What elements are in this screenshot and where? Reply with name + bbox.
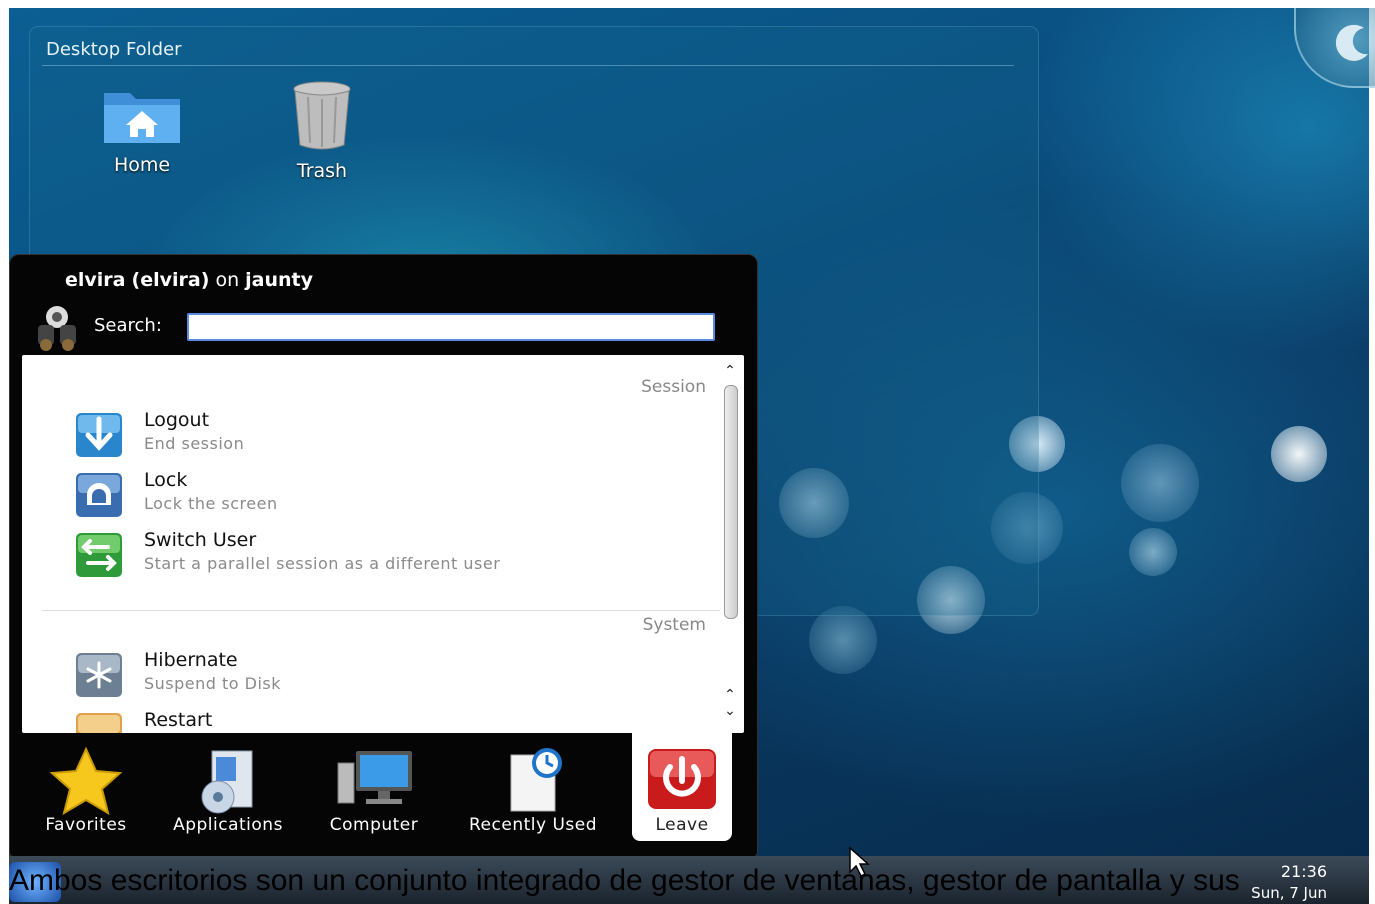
scroll-up-icon[interactable]: ⌃: [722, 687, 738, 703]
switch-user-icon: [76, 533, 122, 577]
desktop-icon-home[interactable]: Home: [82, 85, 202, 176]
tab-label: Recently Used: [469, 815, 597, 835]
tab-label: Favorites: [45, 815, 127, 835]
item-name: Hibernate: [144, 649, 238, 671]
scroll-down-icon[interactable]: ⌄: [722, 703, 738, 719]
hibernate-icon: [76, 653, 122, 697]
leave-item-switch-user[interactable]: Switch User Start a parallel session as …: [74, 529, 674, 583]
applications-icon: [201, 750, 253, 814]
home-folder-icon: [104, 93, 180, 143]
star-icon: [49, 746, 123, 815]
restart-icon: [76, 713, 122, 733]
binoculars-icon: [38, 306, 76, 351]
item-description: End session: [144, 434, 245, 453]
vertical-scrollbar[interactable]: ⌃ ⌃ ⌄: [722, 363, 738, 723]
tab-label: Leave: [655, 815, 709, 835]
logout-icon: [76, 413, 122, 457]
user-name: elvira: [65, 269, 126, 291]
bokeh-light: [809, 606, 877, 674]
search-input[interactable]: [187, 313, 715, 341]
search-label: Search:: [94, 315, 162, 336]
desktop-icon-trash[interactable]: Trash: [262, 79, 382, 182]
dashboard-toolbox-corner[interactable]: [1294, 8, 1375, 88]
tab-applications[interactable]: Applications: [160, 733, 296, 841]
host-name: jaunty: [245, 269, 314, 291]
item-name: Switch User: [144, 529, 257, 551]
leave-item-restart[interactable]: Restart: [74, 709, 674, 733]
mouse-cursor-icon: [849, 846, 870, 878]
folder-view-divider: [42, 65, 1014, 66]
trash-icon: [293, 81, 351, 150]
launcher-user-line: elvira (elvira) on jaunty: [65, 269, 313, 291]
item-name: Restart: [144, 709, 213, 731]
cashew-icon: [1335, 24, 1368, 61]
bokeh-light: [1271, 426, 1327, 482]
desktop-icon-label: Home: [113, 154, 171, 176]
caption-text: Ambos escritorios son un conjunto integr…: [9, 864, 1240, 897]
on-word: on: [215, 269, 240, 291]
section-title-system: System: [642, 615, 706, 635]
item-description: Start a parallel session as a different …: [144, 554, 501, 573]
user-full-name: (elvira): [131, 269, 210, 291]
tab-label: Computer: [329, 815, 419, 835]
tab-label: Applications: [173, 815, 283, 835]
leave-item-lock[interactable]: Lock Lock the screen: [74, 469, 674, 523]
leave-item-hibernate[interactable]: Hibernate Suspend to Disk: [74, 649, 674, 703]
tab-recently-used[interactable]: Recently Used: [452, 733, 614, 841]
kickoff-launcher: elvira (elvira) on jaunty Search: Sessio…: [9, 254, 758, 858]
item-description: Lock the screen: [144, 494, 278, 513]
leave-content-panel: Session Logout End session Lock Lock the…: [22, 355, 744, 733]
lock-icon: [76, 473, 122, 517]
scrollbar-thumb[interactable]: [724, 385, 738, 619]
power-icon: [648, 749, 716, 809]
launcher-tab-bar: Favorites Applications Computer Recently…: [10, 733, 757, 857]
computer-icon: [337, 751, 412, 804]
item-description: Suspend to Disk: [144, 674, 282, 693]
tab-computer[interactable]: Computer: [314, 733, 434, 841]
tab-leave[interactable]: Leave: [632, 733, 732, 841]
recently-used-icon: [510, 748, 562, 812]
bokeh-light: [1129, 528, 1177, 576]
item-name: Logout: [144, 409, 210, 431]
section-title-session: Session: [641, 377, 706, 397]
leave-item-logout[interactable]: Logout End session: [74, 409, 674, 463]
folder-view-title: Desktop Folder: [46, 39, 182, 60]
bokeh-light: [1121, 444, 1199, 522]
scroll-up-icon[interactable]: ⌃: [722, 363, 738, 379]
item-name: Lock: [144, 469, 188, 491]
desktop-icon-label: Trash: [296, 160, 348, 182]
tab-favorites[interactable]: Favorites: [30, 733, 142, 841]
section-divider: [42, 610, 720, 611]
